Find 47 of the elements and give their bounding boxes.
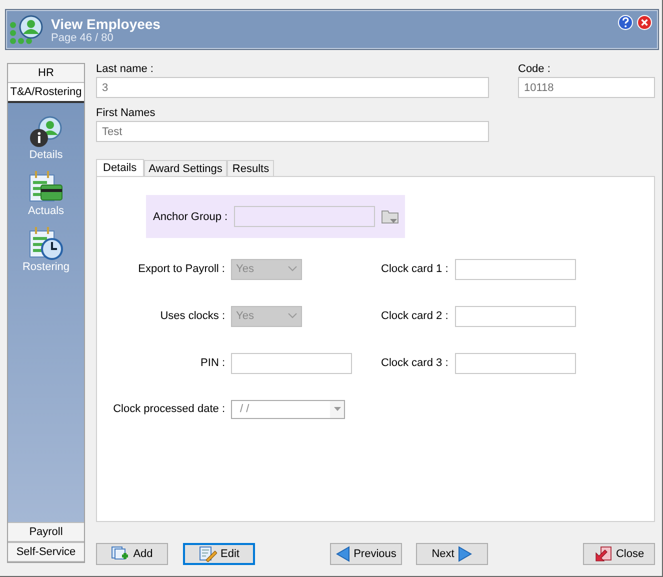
exit-arrow-icon (594, 546, 612, 562)
field-label: Last name : (96, 63, 154, 77)
field-label: Clock card 3 : (381, 357, 448, 369)
field-label: Clock processed date : (112, 403, 225, 415)
chevron-down-icon (288, 313, 297, 319)
clock-card-field[interactable] (455, 306, 576, 326)
anchor-group-field[interactable] (234, 206, 375, 227)
last-name-field[interactable]: 3 (96, 77, 489, 98)
right-arrow-icon (458, 546, 472, 562)
add-button[interactable]: Add (96, 543, 168, 565)
field-label: First Names (96, 107, 156, 121)
code-field[interactable]: 10118 (518, 77, 655, 98)
clock-card-field[interactable] (455, 258, 576, 280)
employee-logo-icon (9, 12, 45, 46)
next-button[interactable]: Next (416, 543, 488, 565)
folder-icon[interactable] (380, 208, 400, 224)
window-title: View Employees (51, 16, 162, 32)
field-label: Clock card 2 : (381, 310, 448, 322)
tab[interactable]: Details (96, 159, 144, 176)
field-label: Code : (518, 63, 552, 77)
module-tab[interactable]: Payroll (8, 522, 84, 542)
close-button[interactable]: Close (583, 543, 655, 565)
field-label: PIN : (200, 357, 225, 369)
chevron-down-icon (288, 266, 297, 272)
page-pencil-icon (198, 546, 217, 562)
field-label: Uses clocks : (159, 310, 225, 322)
help-icon[interactable] (618, 15, 633, 30)
first-names-field[interactable]: Test (96, 121, 489, 142)
close-icon[interactable] (637, 15, 652, 30)
person-info-icon (28, 115, 64, 149)
pin-field[interactable] (231, 352, 352, 374)
left-arrow-icon (336, 546, 350, 562)
calendar-clock-icon (28, 227, 64, 261)
date-field[interactable]: / / (231, 400, 345, 418)
field-label: Anchor Group : (153, 210, 228, 222)
tab[interactable]: Results (227, 160, 274, 176)
previous-button[interactable]: Previous (330, 543, 402, 565)
tab[interactable]: Award Settings (144, 160, 228, 176)
clock-card-field[interactable] (455, 352, 576, 374)
edit-button[interactable]: Edit (183, 543, 255, 565)
module-tab[interactable]: Self-Service (8, 542, 84, 562)
field-label: Export to Payroll : (137, 263, 225, 275)
page-add-icon (111, 546, 130, 562)
dropdown-arrow-icon (334, 407, 340, 411)
page-counter: Page 46 / 80 (51, 32, 114, 44)
field-label: Clock card 1 : (381, 263, 448, 275)
module-tab[interactable]: HR (8, 64, 84, 83)
